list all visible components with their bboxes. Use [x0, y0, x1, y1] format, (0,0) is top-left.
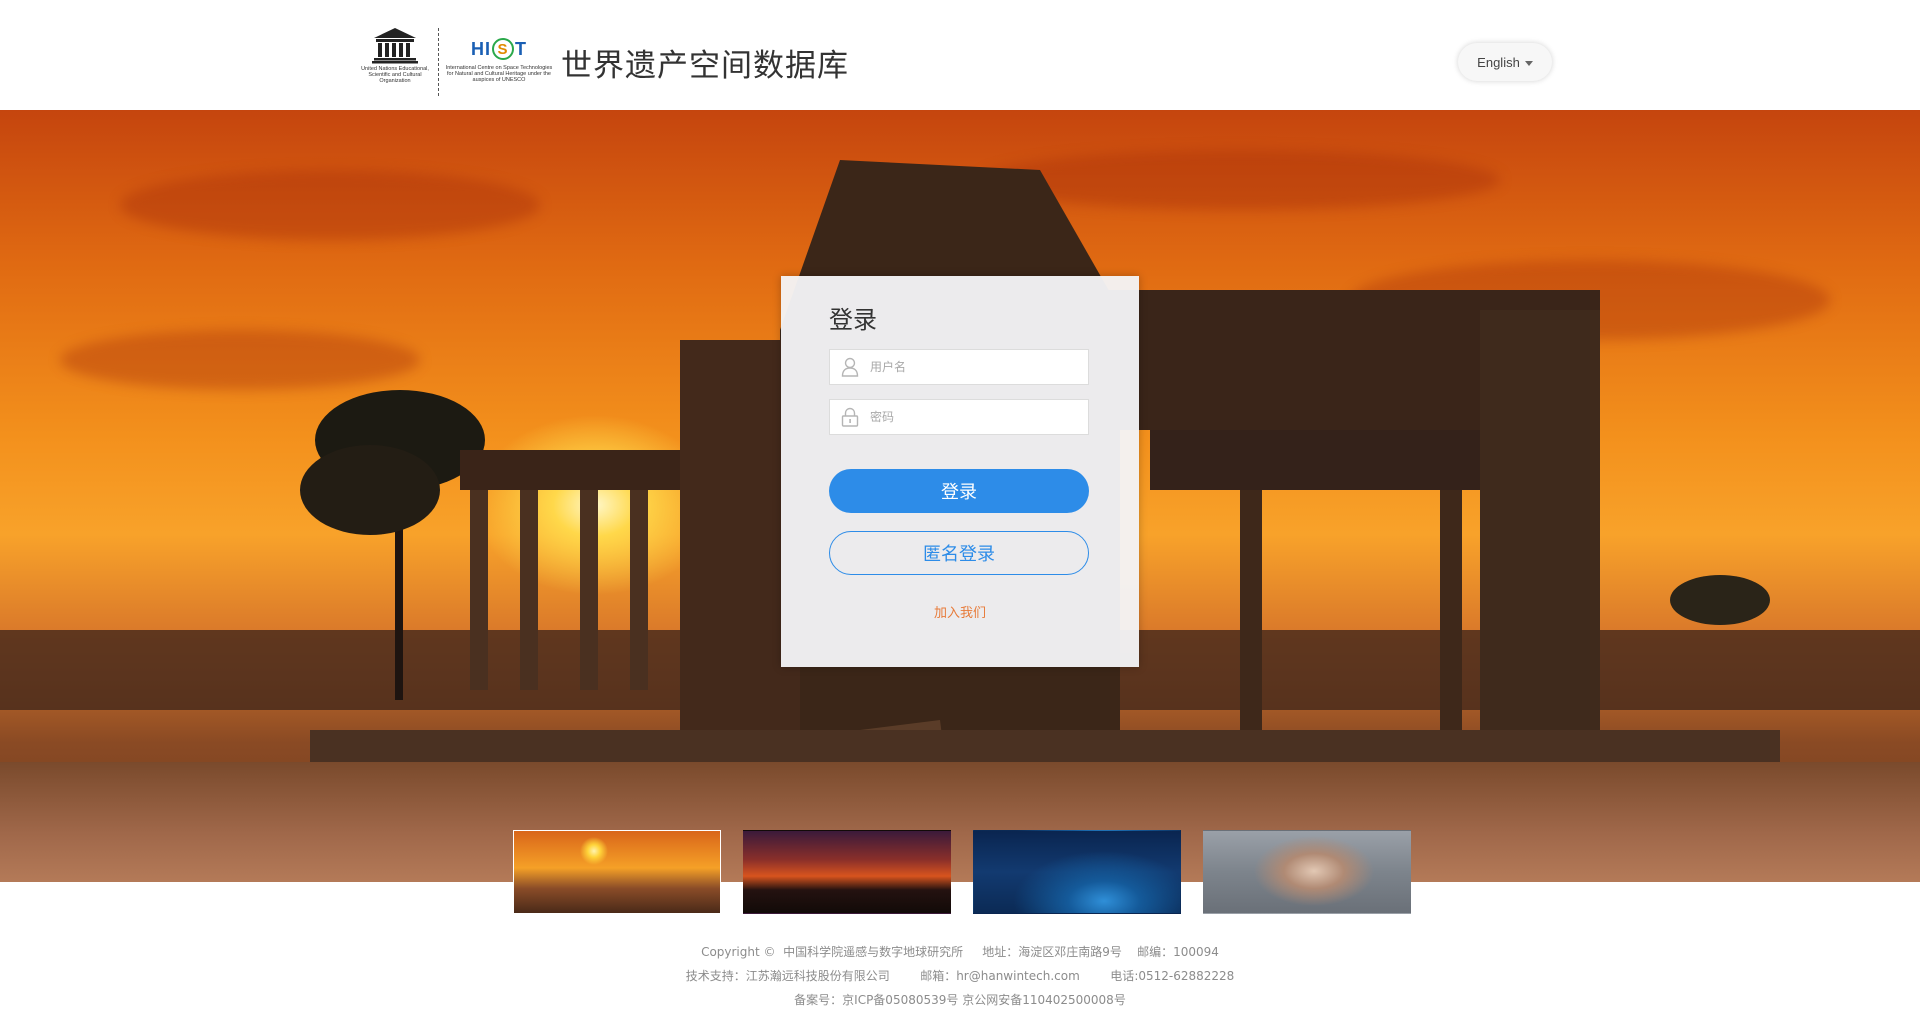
site-title: 世界遗产空间数据库 — [561, 47, 849, 84]
username-input[interactable] — [870, 352, 1075, 382]
carousel-thumb-3[interactable] — [973, 830, 1181, 914]
lock-icon — [830, 400, 870, 434]
footer: Copyright © 中国科学院遥感与数字地球研究所 地址：海淀区邓庄南路9号… — [0, 940, 1920, 1012]
carousel-thumb-4[interactable] — [1203, 830, 1411, 914]
hist-logo-text: International Centre on Space Technologi… — [445, 65, 553, 83]
login-card: 登录 登录 匿名登录 加入我们 — [781, 276, 1139, 667]
logo-group[interactable]: United Nations Educational, Scientific a… — [360, 26, 849, 98]
password-input[interactable] — [870, 402, 1075, 432]
password-field[interactable] — [829, 399, 1089, 435]
carousel-thumb-1[interactable] — [513, 830, 721, 914]
carousel-thumb-2[interactable] — [743, 830, 951, 914]
hist-logo-mark: HI S T — [471, 38, 527, 60]
header: United Nations Educational, Scientific a… — [0, 0, 1920, 110]
footer-support: 技术支持：江苏瀚远科技股份有限公司 邮箱：hr@hanwintech.com 电… — [685, 969, 1235, 983]
logo-divider — [438, 28, 439, 96]
language-selector[interactable]: English — [1458, 43, 1552, 81]
login-button[interactable]: 登录 — [829, 469, 1089, 513]
unesco-logo: United Nations Educational, Scientific a… — [360, 26, 430, 98]
footer-copyright: Copyright © 中国科学院遥感与数字地球研究所 地址：海淀区邓庄南路9号… — [701, 945, 1219, 959]
join-us-link[interactable]: 加入我们 — [781, 602, 1139, 621]
unesco-logo-text: United Nations Educational, Scientific a… — [361, 66, 429, 84]
carousel-thumbnails — [513, 830, 1411, 914]
username-field[interactable] — [829, 349, 1089, 385]
footer-icp: 备案号：京ICP备05080539号 京公网安备110402500008号 — [794, 993, 1126, 1007]
hist-logo: HI S T International Centre on Space Techn… — [445, 26, 553, 98]
caret-down-icon — [1524, 60, 1533, 66]
language-label: English — [1477, 54, 1520, 70]
anonymous-login-button[interactable]: 匿名登录 — [829, 531, 1089, 575]
unesco-temple-icon — [372, 28, 418, 64]
user-icon — [830, 350, 870, 384]
login-title: 登录 — [829, 306, 877, 334]
